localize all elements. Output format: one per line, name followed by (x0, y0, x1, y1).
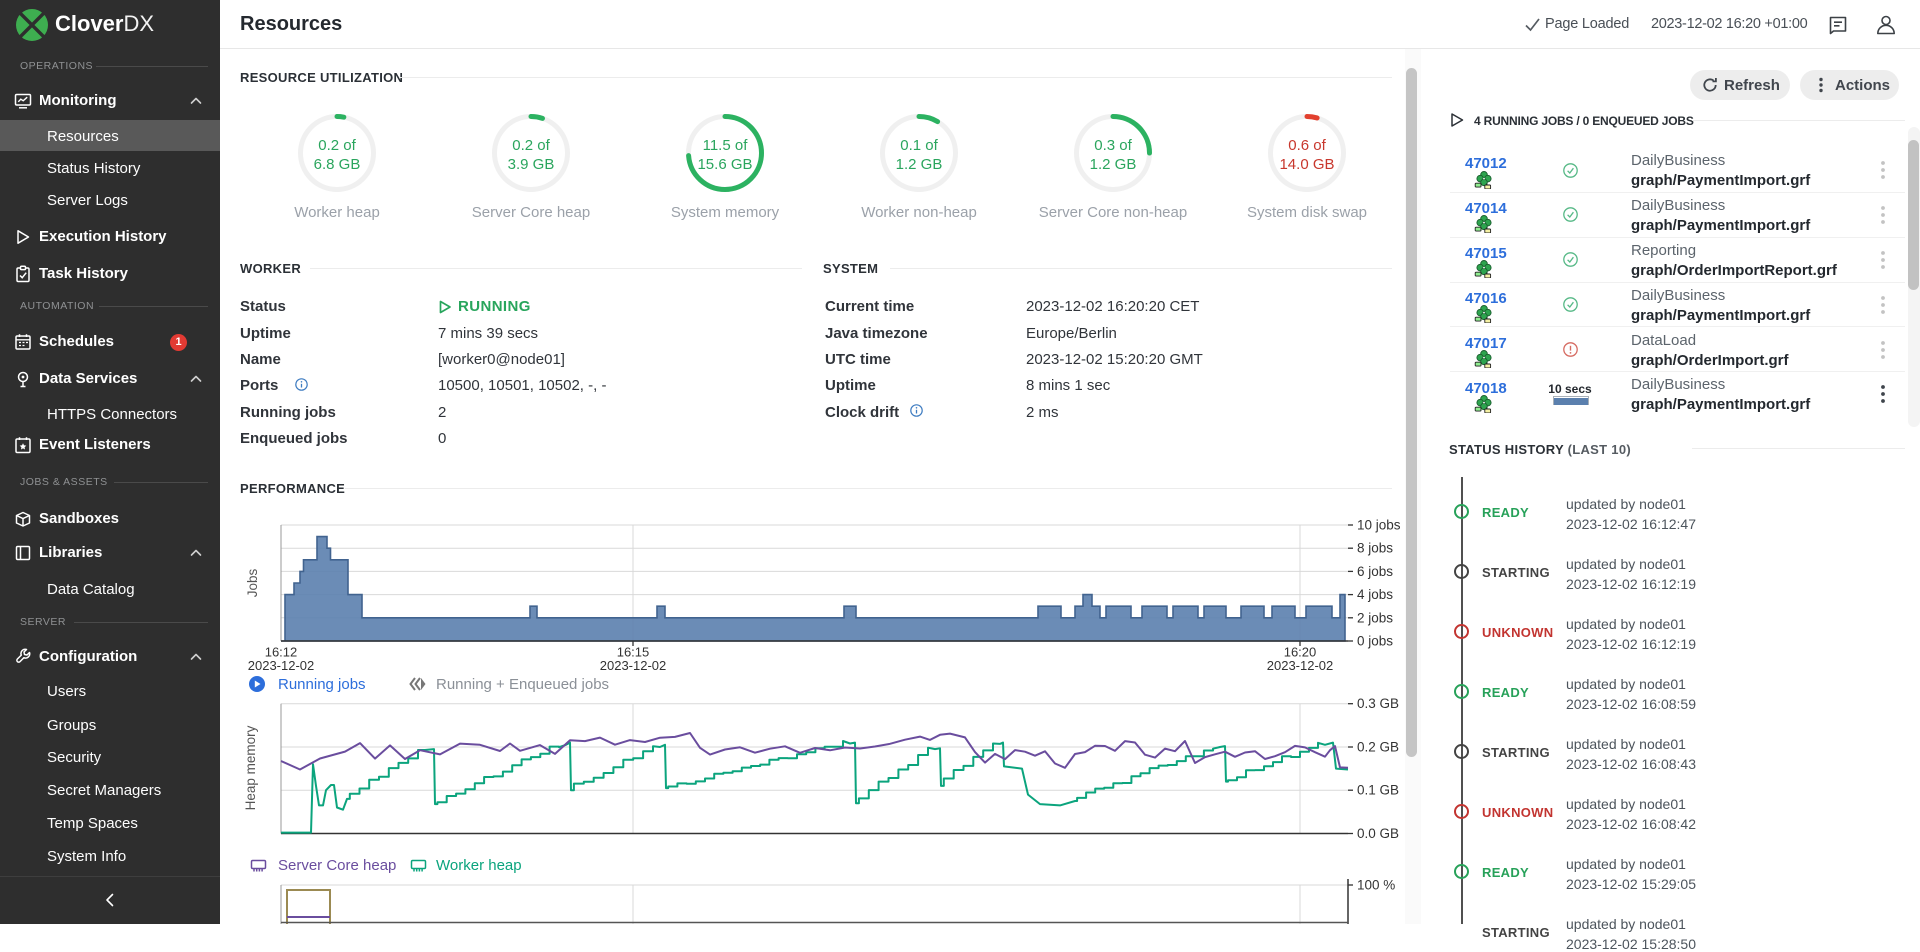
svg-text:0 jobs: 0 jobs (1357, 634, 1393, 649)
svg-text:0.1 GB: 0.1 GB (1357, 783, 1399, 798)
svg-text:0.3 of: 0.3 of (1094, 137, 1132, 154)
svg-text:14.0 GB: 14.0 GB (1279, 156, 1334, 173)
svg-text:1.2 GB: 1.2 GB (896, 156, 943, 173)
svg-text:0.3 GB: 0.3 GB (1357, 696, 1399, 711)
svg-text:0.2 of: 0.2 of (318, 137, 356, 154)
svg-text:0.1 of: 0.1 of (900, 137, 938, 154)
svg-text:15.6 GB: 15.6 GB (697, 156, 752, 173)
svg-text:0.6 of: 0.6 of (1288, 137, 1326, 154)
svg-text:2 jobs: 2 jobs (1357, 610, 1393, 625)
svg-text:3.9 GB: 3.9 GB (508, 156, 555, 173)
svg-text:100 %: 100 % (1357, 878, 1395, 893)
svg-text:1.2 GB: 1.2 GB (1090, 156, 1137, 173)
svg-text:6.8 GB: 6.8 GB (314, 156, 361, 173)
svg-text:4 jobs: 4 jobs (1357, 587, 1393, 602)
svg-text:2023-12-02: 2023-12-02 (248, 658, 315, 673)
svg-text:Jobs: Jobs (245, 568, 260, 597)
svg-text:0.2 GB: 0.2 GB (1357, 740, 1399, 755)
svg-text:2023-12-02: 2023-12-02 (1267, 658, 1334, 673)
svg-text:10 jobs: 10 jobs (1357, 518, 1401, 533)
svg-text:11.5 of: 11.5 of (703, 137, 749, 154)
svg-text:8 jobs: 8 jobs (1357, 541, 1393, 556)
svg-text:2023-12-02: 2023-12-02 (600, 658, 667, 673)
svg-text:Heap memory: Heap memory (243, 725, 258, 810)
svg-text:6 jobs: 6 jobs (1357, 564, 1393, 579)
svg-text:0.2 of: 0.2 of (512, 137, 550, 154)
svg-text:0.0 GB: 0.0 GB (1357, 826, 1399, 841)
